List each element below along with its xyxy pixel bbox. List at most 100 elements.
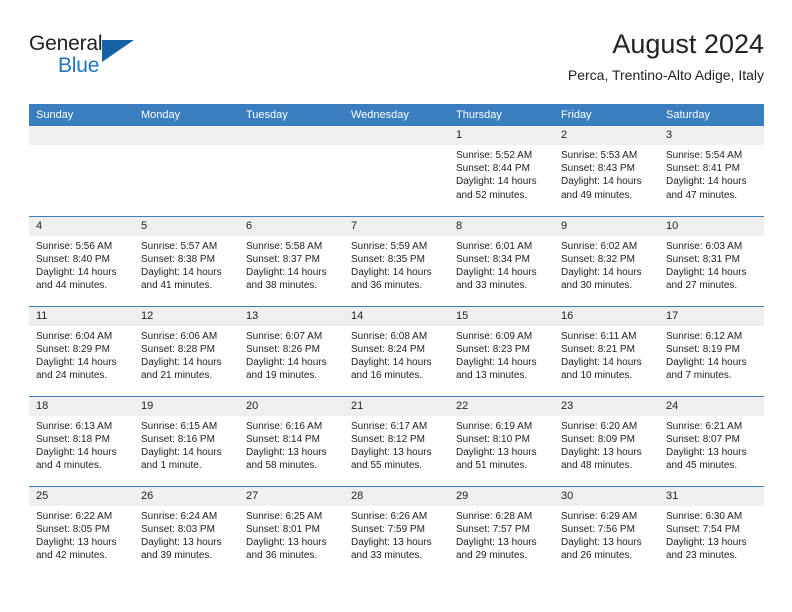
daylight-text-line2: and 27 minutes.: [666, 280, 738, 292]
daylight-text-line2: and 42 minutes.: [36, 550, 108, 562]
sunrise-text: Sunrise: 6:16 AM: [246, 420, 323, 432]
daylight-text-line1: Daylight: 14 hours: [666, 356, 747, 368]
daylight-text-line1: Daylight: 13 hours: [666, 446, 747, 458]
sunset-text: Sunset: 8:28 PM: [141, 343, 215, 355]
day-number: [344, 126, 449, 145]
daylight-text-line2: and 10 minutes.: [561, 370, 633, 382]
calendar-day-cell[interactable]: 14 Sunrise: 6:08 AM Sunset: 8:24 PM Dayligh…: [344, 305, 449, 396]
calendar-day-cell[interactable]: 19 Sunrise: 6:15 AM Sunset: 8:16 PM Dayligh…: [134, 395, 239, 486]
daylight-text-line2: and 49 minutes.: [561, 189, 633, 201]
page-subtitle: Perca, Trentino-Alto Adige, Italy: [567, 67, 764, 83]
day-number: [29, 126, 134, 145]
daylight-text-line2: and 36 minutes.: [351, 280, 423, 292]
calendar-day-cell[interactable]: 18 Sunrise: 6:13 AM Sunset: 8:18 PM Dayligh…: [29, 395, 134, 486]
daylight-text-line2: and 26 minutes.: [561, 550, 633, 562]
calendar-day-cell[interactable]: 11 Sunrise: 6:04 AM Sunset: 8:29 PM Dayligh…: [29, 305, 134, 396]
calendar-day-cell[interactable]: 3 Sunrise: 5:54 AM Sunset: 8:41 PM Daylight…: [659, 126, 764, 216]
logo-text-blue: Blue: [58, 54, 100, 77]
daylight-text-line1: Daylight: 13 hours: [351, 446, 432, 458]
calendar-day-cell[interactable]: 31 Sunrise: 6:30 AM Sunset: 7:54 PM Dayligh…: [659, 485, 764, 576]
calendar-day-cell[interactable]: 10 Sunrise: 6:03 AM Sunset: 8:31 PM Dayligh…: [659, 215, 764, 306]
day-sun-info: Sunrise: 6:22 AM Sunset: 8:05 PM Daylight:…: [29, 506, 134, 563]
daylight-text-line1: Daylight: 14 hours: [36, 356, 117, 368]
calendar-day-cell[interactable]: 15 Sunrise: 6:09 AM Sunset: 8:23 PM Dayligh…: [449, 305, 554, 396]
day-number: 26: [134, 486, 239, 506]
day-sun-info: Sunrise: 6:07 AM Sunset: 8:26 PM Daylight:…: [239, 326, 344, 383]
calendar-day-cell[interactable]: 21 Sunrise: 6:17 AM Sunset: 8:12 PM Dayligh…: [344, 395, 449, 486]
daylight-text-line2: and 4 minutes.: [36, 460, 102, 472]
daylight-text-line1: Daylight: 14 hours: [456, 356, 537, 368]
day-number: 13: [239, 306, 344, 326]
sunset-text: Sunset: 8:09 PM: [561, 433, 635, 445]
sunset-text: Sunset: 7:59 PM: [351, 523, 425, 535]
sunset-text: Sunset: 7:54 PM: [666, 523, 740, 535]
page-header: General Blue August 2024 Perca, Trentino…: [29, 28, 764, 96]
daylight-text-line2: and 38 minutes.: [246, 280, 318, 292]
day-sun-info: Sunrise: 5:58 AM Sunset: 8:37 PM Daylight:…: [239, 236, 344, 293]
day-sun-info: Sunrise: 6:15 AM Sunset: 8:16 PM Daylight:…: [134, 416, 239, 473]
calendar-empty-cell: [239, 126, 344, 216]
day-sun-info: Sunrise: 6:06 AM Sunset: 8:28 PM Daylight:…: [134, 326, 239, 383]
day-number: 8: [449, 216, 554, 236]
daylight-text-line2: and 16 minutes.: [351, 370, 423, 382]
daylight-text-line2: and 47 minutes.: [666, 189, 738, 201]
calendar-day-cell[interactable]: 17 Sunrise: 6:12 AM Sunset: 8:19 PM Dayligh…: [659, 305, 764, 396]
calendar-day-cell[interactable]: 25 Sunrise: 6:22 AM Sunset: 8:05 PM Dayligh…: [29, 485, 134, 576]
daylight-text-line1: Daylight: 14 hours: [141, 446, 222, 458]
calendar-day-cell[interactable]: 16 Sunrise: 6:11 AM Sunset: 8:21 PM Dayligh…: [554, 305, 659, 396]
title-block: August 2024 Perca, Trentino-Alto Adige, …: [568, 28, 764, 85]
sunrise-text: Sunrise: 6:01 AM: [456, 240, 533, 252]
calendar-day-cell[interactable]: 20 Sunrise: 6:16 AM Sunset: 8:14 PM Dayligh…: [239, 395, 344, 486]
daylight-text-line1: Daylight: 14 hours: [36, 446, 117, 458]
calendar-week-row: 18 Sunrise: 6:13 AM Sunset: 8:18 PM Dayligh…: [29, 395, 764, 486]
calendar-week-row: 4 Sunrise: 5:56 AM Sunset: 8:40 PM Daylight…: [29, 215, 764, 306]
calendar-day-cell[interactable]: 13 Sunrise: 6:07 AM Sunset: 8:26 PM Dayligh…: [239, 305, 344, 396]
general-blue-logo[interactable]: General Blue: [29, 32, 149, 84]
calendar-day-cell[interactable]: 8 Sunrise: 6:01 AM Sunset: 8:34 PM Daylight…: [449, 215, 554, 306]
calendar-empty-cell: [134, 126, 239, 216]
sunset-text: Sunset: 8:05 PM: [36, 523, 110, 535]
day-sun-info: Sunrise: 5:57 AM Sunset: 8:38 PM Daylight:…: [134, 236, 239, 293]
calendar-day-cell[interactable]: 28 Sunrise: 6:26 AM Sunset: 7:59 PM Dayligh…: [344, 485, 449, 576]
sunrise-text: Sunrise: 6:08 AM: [351, 330, 428, 342]
daylight-text-line1: Daylight: 14 hours: [351, 356, 432, 368]
daylight-text-line2: and 45 minutes.: [666, 460, 738, 472]
day-number: 11: [29, 306, 134, 326]
sunrise-text: Sunrise: 6:28 AM: [456, 510, 533, 522]
sunset-text: Sunset: 8:16 PM: [141, 433, 215, 445]
day-number: 20: [239, 396, 344, 416]
daylight-text-line1: Daylight: 14 hours: [351, 266, 432, 278]
sunset-text: Sunset: 8:01 PM: [246, 523, 320, 535]
daylight-text-line2: and 30 minutes.: [561, 280, 633, 292]
calendar-day-cell[interactable]: 2 Sunrise: 5:53 AM Sunset: 8:43 PM Daylight…: [554, 126, 659, 216]
daylight-text-line1: Daylight: 14 hours: [561, 356, 642, 368]
day-sun-info: Sunrise: 6:25 AM Sunset: 8:01 PM Daylight:…: [239, 506, 344, 563]
calendar-day-cell[interactable]: 12 Sunrise: 6:06 AM Sunset: 8:28 PM Dayligh…: [134, 305, 239, 396]
day-sun-info: Sunrise: 6:29 AM Sunset: 7:56 PM Daylight:…: [554, 506, 659, 563]
daylight-text-line1: Daylight: 13 hours: [246, 446, 327, 458]
calendar-day-cell[interactable]: 5 Sunrise: 5:57 AM Sunset: 8:38 PM Daylight…: [134, 215, 239, 306]
calendar-day-cell[interactable]: 1 Sunrise: 5:52 AM Sunset: 8:44 PM Daylight…: [449, 126, 554, 216]
daylight-text-line1: Daylight: 14 hours: [666, 266, 747, 278]
day-number: 6: [239, 216, 344, 236]
sunrise-text: Sunrise: 6:04 AM: [36, 330, 113, 342]
calendar-day-cell[interactable]: 30 Sunrise: 6:29 AM Sunset: 7:56 PM Dayligh…: [554, 485, 659, 576]
calendar-day-cell[interactable]: 23 Sunrise: 6:20 AM Sunset: 8:09 PM Dayligh…: [554, 395, 659, 486]
day-sun-info: Sunrise: 5:52 AM Sunset: 8:44 PM Daylight:…: [449, 145, 554, 202]
calendar-day-cell[interactable]: 7 Sunrise: 5:59 AM Sunset: 8:35 PM Daylight…: [344, 215, 449, 306]
calendar-day-cell[interactable]: 22 Sunrise: 6:19 AM Sunset: 8:10 PM Dayligh…: [449, 395, 554, 486]
sunrise-text: Sunrise: 6:29 AM: [561, 510, 638, 522]
calendar-day-cell[interactable]: 27 Sunrise: 6:25 AM Sunset: 8:01 PM Dayligh…: [239, 485, 344, 576]
calendar-day-cell[interactable]: 9 Sunrise: 6:02 AM Sunset: 8:32 PM Daylight…: [554, 215, 659, 306]
sunset-text: Sunset: 7:57 PM: [456, 523, 530, 535]
day-number: 23: [554, 396, 659, 416]
calendar-day-cell[interactable]: 6 Sunrise: 5:58 AM Sunset: 8:37 PM Daylight…: [239, 215, 344, 306]
daylight-text-line1: Daylight: 14 hours: [456, 266, 537, 278]
day-number: 17: [659, 306, 764, 326]
calendar-day-cell[interactable]: 4 Sunrise: 5:56 AM Sunset: 8:40 PM Daylight…: [29, 215, 134, 306]
daylight-text-line2: and 1 minute.: [141, 460, 202, 472]
calendar-day-cell[interactable]: 26 Sunrise: 6:24 AM Sunset: 8:03 PM Dayligh…: [134, 485, 239, 576]
day-sun-info: Sunrise: 6:26 AM Sunset: 7:59 PM Daylight:…: [344, 506, 449, 563]
calendar-day-cell[interactable]: 29 Sunrise: 6:28 AM Sunset: 7:57 PM Dayligh…: [449, 485, 554, 576]
calendar-day-cell[interactable]: 24 Sunrise: 6:21 AM Sunset: 8:07 PM Dayligh…: [659, 395, 764, 486]
